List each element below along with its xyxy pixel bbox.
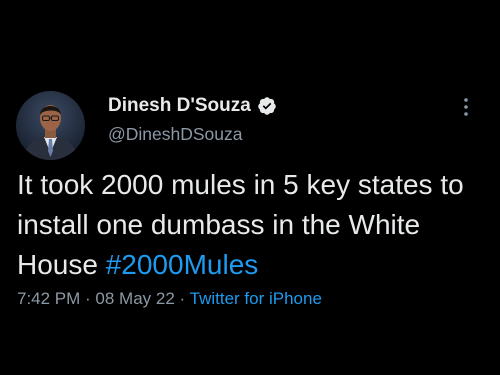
meta-separator-2: · [174,289,190,308]
tweet-meta: 7:42 PM · 08 May 22 · Twitter for iPhone [17,289,322,309]
profile-photo [16,91,85,160]
meta-separator: · [80,289,96,308]
tweet-card: Dinesh D'Souza @DineshDSouza It took 200… [0,0,500,375]
verified-badge-icon [257,96,277,116]
avatar[interactable] [16,91,85,160]
display-name[interactable]: Dinesh D'Souza [108,95,251,117]
tweet-text: It took 2000 mules in 5 key states to in… [17,165,487,285]
tweet-time: 7:42 PM [17,289,81,308]
tweet-source-link[interactable]: Twitter for iPhone [190,289,322,308]
author-name-row: Dinesh D'Souza [108,95,277,117]
hashtag-link[interactable]: #2000Mules [106,249,259,280]
more-vertical-icon[interactable] [458,96,474,118]
author-handle[interactable]: @DineshDSouza [108,124,243,145]
tweet-date: 08 May 22 [95,289,175,308]
